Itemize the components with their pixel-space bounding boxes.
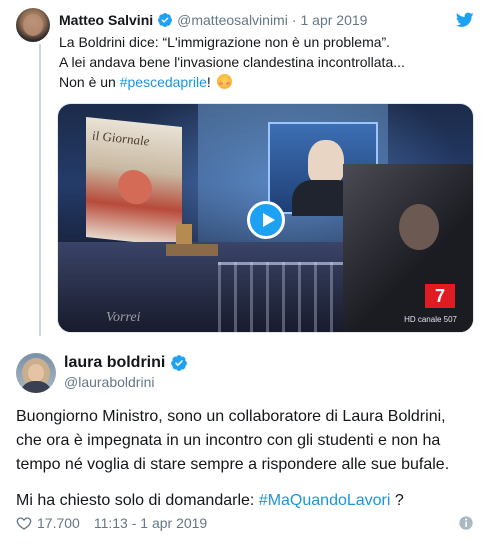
screen-right-person <box>308 140 344 184</box>
video-watermark: Vorrei <box>106 310 141 325</box>
reply-tweet-footer: 17.700 11:13 - 1 apr 2019 <box>16 513 474 533</box>
boldrini-avatar[interactable] <box>16 353 56 393</box>
quoted-tweet-date[interactable]: 1 apr 2019 <box>301 12 368 28</box>
hashtag-maquandolavori[interactable]: #MaQuandoLavori <box>259 492 391 509</box>
quoted-text-line-3: Non è un #pescedaprile! <box>59 72 469 92</box>
reply-author-name-row: laura boldrini <box>64 354 192 372</box>
la7-channel-caption: HD canale 507 <box>404 315 457 324</box>
quoted-tweet-text: La Boldrini dice: “L'immigrazione non è … <box>59 32 469 92</box>
quoted-author-handle[interactable]: @matteosalvinimi <box>177 12 288 28</box>
blushing-face-emoji-icon <box>216 74 232 89</box>
reply-text-line-2: che ora è impegnata in un incontro con g… <box>16 432 441 449</box>
reply-tweet-text: Buongiorno Ministro, sono un collaborato… <box>16 405 476 513</box>
studio-desk <box>166 244 218 256</box>
salvini-avatar[interactable] <box>16 8 50 42</box>
reply-text-line-3: tempo né voglia di stare sempre a rispon… <box>16 456 450 473</box>
info-icon[interactable] <box>458 515 474 531</box>
video-player[interactable]: il Giornale Vorrei 7 HD canale 507 <box>57 103 474 333</box>
avatar-body <box>20 381 52 393</box>
reply-author-name[interactable]: laura boldrini <box>64 354 165 372</box>
quoted-text-line-3-suffix: ! <box>206 74 211 90</box>
hashtag-pescedaprile[interactable]: #pescedaprile <box>120 74 207 90</box>
reply-text-line-1: Buongiorno Ministro, sono un collaborato… <box>16 408 446 425</box>
reply-text-line-4-prefix: Mi ha chiesto solo di domandarle: <box>16 492 259 509</box>
thread-connector-line <box>39 44 41 336</box>
quoted-tweet-header: Matteo Salvini @matteosalvinimi · 1 apr … <box>59 10 474 30</box>
reply-text-line-4: Mi ha chiesto solo di domandarle: #MaQua… <box>16 489 476 513</box>
quoted-author-name[interactable]: Matteo Salvini <box>59 12 153 28</box>
verified-badge-icon <box>158 13 173 27</box>
la7-channel-logo: 7 <box>425 284 455 308</box>
heart-icon[interactable] <box>16 515 32 531</box>
verified-badge-icon <box>171 355 188 371</box>
avatar-face <box>28 364 44 382</box>
screen-left-title: il Giornale <box>92 127 150 149</box>
play-button-icon[interactable] <box>247 201 285 239</box>
screen-left-image <box>118 168 152 206</box>
header-separator: · <box>291 12 297 28</box>
studio-screen-left: il Giornale <box>86 116 182 248</box>
quoted-text-line-2: A lei andava bene l'invasione clandestin… <box>59 54 405 70</box>
quoted-text-line-3-prefix: Non è un <box>59 74 120 90</box>
twitter-bird-icon[interactable] <box>456 12 474 28</box>
reply-timestamp[interactable]: 11:13 - 1 apr 2019 <box>94 515 207 531</box>
quoted-text-line-1: La Boldrini dice: “L'immigrazione non è … <box>59 34 391 50</box>
reply-text-line-4-suffix: ? <box>390 492 404 509</box>
like-count[interactable]: 17.700 <box>37 515 80 531</box>
reply-author-handle[interactable]: @lauraboldrini <box>64 374 154 390</box>
audience-head <box>399 204 439 250</box>
